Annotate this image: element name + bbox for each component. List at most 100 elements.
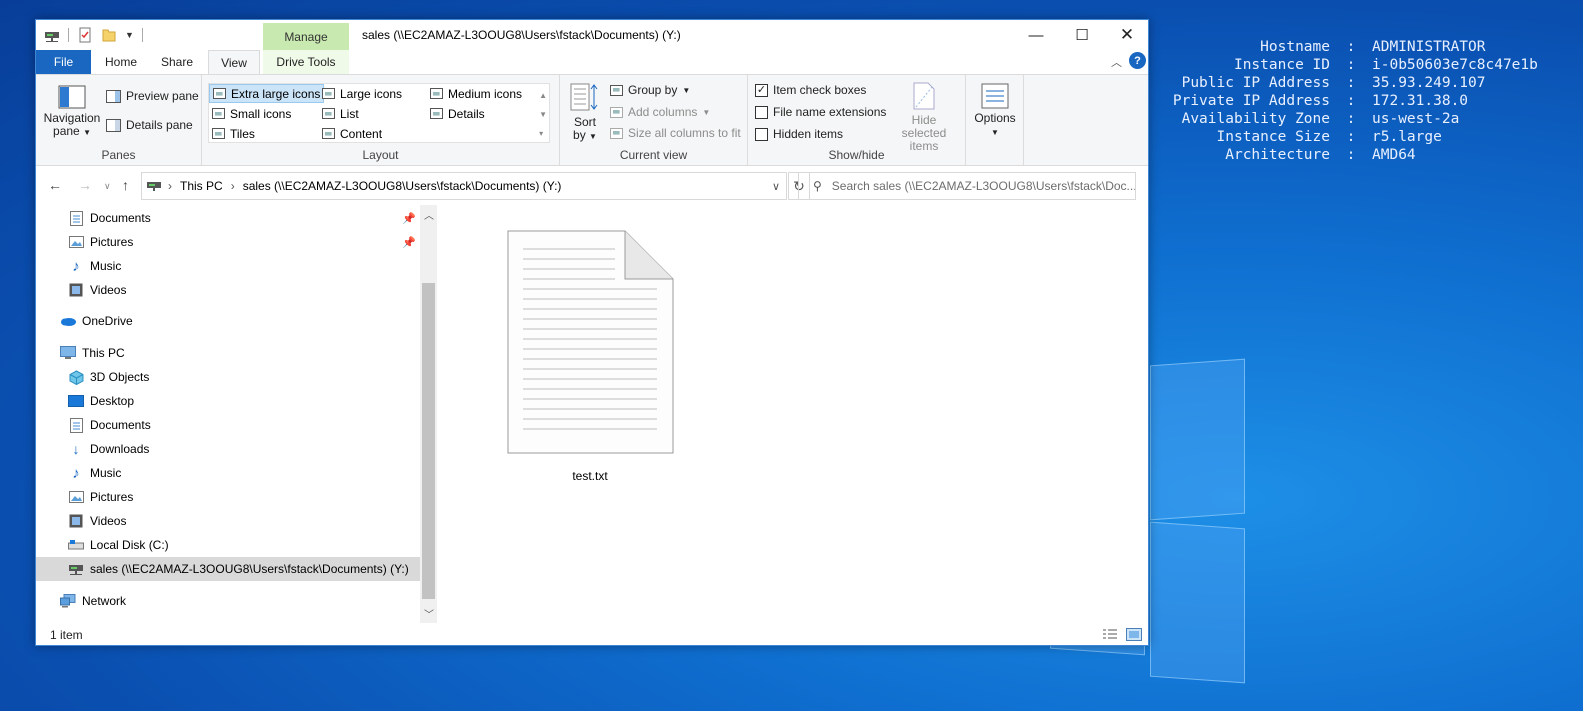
sort-by-button[interactable]: Sort by ▼: [568, 81, 602, 143]
nav-item-videos[interactable]: Videos: [36, 509, 420, 533]
help-icon[interactable]: ?: [1129, 52, 1146, 69]
dropdown-arrow-icon: ▼: [589, 132, 597, 141]
search-input[interactable]: ⚲ Search sales (\\EC2AMAZ-L3OOUG8\Users\…: [798, 172, 1136, 200]
status-bar: 1 item: [36, 623, 1148, 647]
music-icon: ♪: [72, 464, 80, 482]
tab-manage-context: Manage: [263, 23, 349, 50]
file-name: test.txt: [572, 469, 608, 483]
nav-item-pictures-pinned[interactable]: Pictures 📌: [36, 230, 420, 254]
nav-label: Music: [90, 466, 122, 480]
close-button[interactable]: ✕: [1104, 20, 1150, 50]
layout-large-icons[interactable]: Large icons: [319, 84, 405, 103]
nav-item-desktop[interactable]: Desktop: [36, 389, 420, 413]
add-columns-icon: [610, 106, 623, 118]
breadcrumb-sales[interactable]: sales (\\EC2AMAZ-L3OOUG8\Users\fstack\Do…: [243, 179, 562, 193]
nav-item-this-pc[interactable]: This PC: [36, 341, 420, 365]
forward-button[interactable]: →: [78, 177, 92, 193]
item-check-boxes-toggle[interactable]: ✓ Item check boxes: [755, 83, 866, 97]
address-dropdown-icon[interactable]: ∨: [772, 180, 780, 193]
navigation-pane-label-2: pane: [53, 124, 80, 138]
layout-list[interactable]: List: [319, 104, 362, 123]
customize-qat-icon[interactable]: ▼: [125, 30, 134, 40]
preview-pane-icon: [106, 89, 121, 103]
quick-access-toolbar: ▼: [44, 27, 143, 43]
nav-label: Videos: [90, 514, 127, 528]
qat-divider: [141, 28, 143, 42]
scroll-up-icon[interactable]: ︿: [424, 207, 434, 222]
properties-icon[interactable]: [77, 27, 93, 43]
new-folder-icon[interactable]: [101, 27, 117, 43]
nav-item-documents-pinned[interactable]: Documents 📌: [36, 206, 420, 230]
preview-pane-button[interactable]: Preview pane: [106, 89, 199, 103]
collapse-ribbon-icon[interactable]: ︿: [1111, 54, 1122, 70]
nav-item-local-disk[interactable]: Local Disk (C:): [36, 533, 420, 557]
navigation-pane-scrollbar[interactable]: ︿ ﹀: [420, 205, 437, 623]
checkbox-icon: [755, 105, 768, 119]
recent-locations-button[interactable]: ∨: [104, 181, 111, 192]
address-bar[interactable]: › This PC › sales (\\EC2AMAZ-L3OOUG8\Use…: [141, 172, 787, 200]
tab-drive-tools[interactable]: Drive Tools: [263, 50, 349, 74]
file-explorer-window: ▼ Manage sales (\\EC2AMAZ-L3OOUG8\Users\…: [35, 19, 1149, 646]
local-disk-icon: [68, 537, 84, 553]
medium-icons-icon: [430, 88, 443, 99]
nav-item-pictures[interactable]: Pictures: [36, 485, 420, 509]
scroll-down-icon[interactable]: ﹀: [424, 606, 434, 621]
bginfo-row: Instance ID: i-0b50603e7c8c47e1b: [1233, 57, 1538, 73]
nav-item-music[interactable]: ♪ Music: [36, 461, 420, 485]
tab-home[interactable]: Home: [96, 50, 146, 74]
tab-file[interactable]: File: [36, 50, 91, 74]
details-view-icon[interactable]: [1102, 628, 1118, 644]
nav-item-documents[interactable]: Documents: [36, 413, 420, 437]
pin-icon: 📌: [402, 212, 416, 225]
size-columns-button[interactable]: Size all columns to fit: [610, 126, 741, 140]
group-by-icon: [610, 84, 623, 96]
network-icon: [60, 593, 76, 609]
item-check-boxes-label: Item check boxes: [773, 83, 867, 97]
up-button[interactable]: ↑: [122, 177, 129, 193]
tab-share[interactable]: Share: [152, 50, 202, 74]
tab-view[interactable]: View: [208, 50, 260, 75]
gallery-scroll-icon[interactable]: ▲ ▼ ▾: [539, 86, 547, 143]
layout-content[interactable]: Content: [319, 124, 385, 143]
size-columns-label: Size all columns to fit: [628, 126, 741, 140]
details-pane-label: Details pane: [126, 118, 193, 132]
details-pane-button[interactable]: Details pane: [106, 118, 193, 132]
dropdown-arrow-icon: ▼: [682, 85, 691, 95]
computer-icon: [60, 345, 76, 361]
layout-label: Extra large icons: [231, 86, 321, 101]
layout-small-icons[interactable]: Small icons: [209, 104, 294, 123]
search-placeholder: Search sales (\\EC2AMAZ-L3OOUG8\Users\fs…: [831, 179, 1136, 193]
nav-item-network[interactable]: Network: [36, 589, 420, 613]
group-label-current-view: Current view: [619, 148, 688, 162]
tiles-icon: [212, 128, 225, 139]
minimize-button[interactable]: —: [1013, 20, 1059, 50]
navigation-pane-button[interactable]: Navigation pane ▼: [42, 85, 102, 139]
hidden-items-toggle[interactable]: Hidden items: [755, 127, 843, 141]
nav-item-music-quick[interactable]: ♪ Music: [36, 254, 420, 278]
nav-item-downloads[interactable]: ↓ Downloads: [36, 437, 420, 461]
back-button[interactable]: ←: [48, 177, 62, 193]
layout-extra-large-icons[interactable]: Extra large icons: [209, 84, 325, 103]
nav-item-sales-drive[interactable]: sales (\\EC2AMAZ-L3OOUG8\Users\fstack\Do…: [36, 557, 420, 581]
extra-large-icons-icon: [213, 88, 226, 99]
layout-medium-icons[interactable]: Medium icons: [427, 84, 525, 103]
large-icons-view-icon[interactable]: [1126, 628, 1142, 644]
file-name-extensions-toggle[interactable]: File name extensions: [755, 105, 886, 119]
group-by-button[interactable]: Group by ▼: [610, 83, 690, 97]
breadcrumb-this-pc[interactable]: This PC: [180, 179, 223, 193]
navigation-pane: Documents 📌 Pictures 📌 ♪ Music Videos On…: [36, 205, 436, 623]
maximize-button[interactable]: ☐: [1059, 20, 1105, 50]
layout-label: List: [340, 106, 359, 121]
file-item[interactable]: test.txt: [500, 229, 680, 483]
layout-details[interactable]: Details: [427, 104, 488, 123]
options-button[interactable]: Options ▼: [970, 83, 1020, 139]
nav-item-onedrive[interactable]: OneDrive: [36, 309, 420, 333]
layout-tiles[interactable]: Tiles: [209, 124, 258, 143]
layout-label: Tiles: [230, 126, 255, 141]
nav-item-3d-objects[interactable]: 3D Objects: [36, 365, 420, 389]
large-icons-icon: [322, 88, 335, 99]
nav-item-videos-quick[interactable]: Videos: [36, 278, 420, 302]
scrollbar-thumb[interactable]: [422, 283, 435, 599]
add-columns-button[interactable]: Add columns ▼: [610, 105, 710, 119]
hide-selected-items-button[interactable]: Hide selected items: [888, 81, 960, 153]
